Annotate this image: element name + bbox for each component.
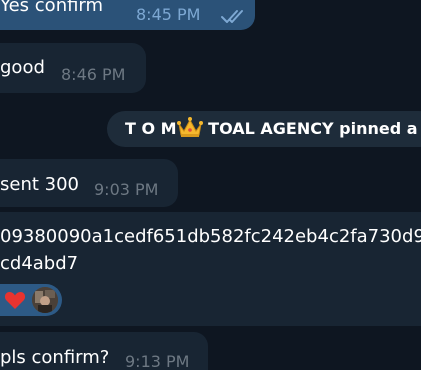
avatar [32, 287, 58, 313]
message-time: 9:03 PM [94, 180, 159, 199]
pinned-service-message[interactable]: T O M TOAL AGENCY pinned a [107, 111, 421, 147]
heart-icon [4, 290, 26, 316]
outgoing-message[interactable]: Yes confirm 8:45 PM [0, 0, 255, 30]
sender-name-part1: T O M [125, 119, 177, 138]
reaction-badge[interactable] [0, 284, 62, 316]
sender-name-part2: TOAL AGENCY pinned a [208, 119, 418, 138]
message-time: 8:45 PM [136, 5, 201, 24]
message-text: good [0, 57, 45, 78]
message-time: 8:46 PM [61, 65, 126, 84]
message-text: sent 300 [0, 174, 79, 195]
incoming-message[interactable]: 09380090a1cedf651db582fc242eb4c2fa730d9c… [0, 212, 421, 326]
crown-icon [176, 115, 203, 147]
message-text: Yes confirm [0, 0, 104, 16]
double-check-icon [220, 8, 248, 24]
incoming-message[interactable]: sent 300 9:03 PM [0, 159, 178, 207]
message-text: pls confirm? [0, 347, 110, 368]
chat-area: Yes confirm 8:45 PM good 8:46 PM T O M T… [0, 0, 421, 370]
incoming-message[interactable]: good 8:46 PM [0, 43, 146, 93]
incoming-message[interactable]: pls confirm? 9:13 PM [0, 332, 208, 370]
message-text-line2: cd4abd7 [0, 253, 79, 274]
message-text-line1: 09380090a1cedf651db582fc242eb4c2fa730d9c [0, 226, 421, 247]
message-time: 9:13 PM [125, 352, 190, 370]
